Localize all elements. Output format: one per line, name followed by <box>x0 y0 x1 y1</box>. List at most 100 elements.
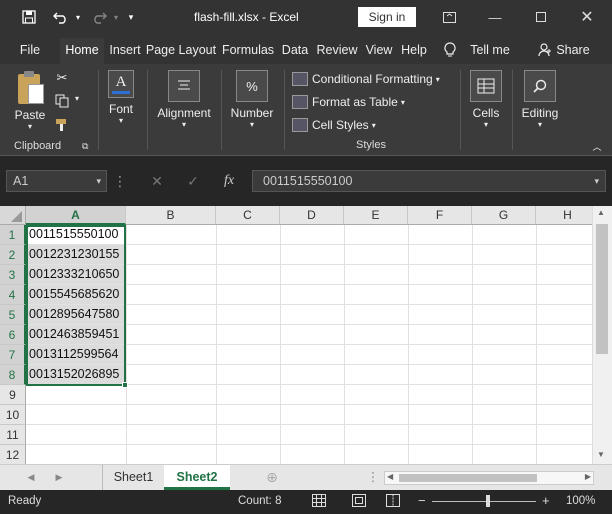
tab-home[interactable]: Home <box>60 38 104 64</box>
tab-split-handle-icon[interactable]: ⋮ <box>366 465 380 490</box>
column-header-c[interactable]: C <box>216 206 280 225</box>
horizontal-scrollbar[interactable]: ◀ ▶ <box>384 471 594 485</box>
sign-in-button[interactable]: Sign in <box>358 7 416 27</box>
paste-button[interactable]: Paste ▾ <box>10 70 50 131</box>
tab-insert[interactable]: Insert <box>106 38 144 64</box>
zoom-in-icon[interactable]: + <box>542 493 550 508</box>
cell-styles-icon <box>292 118 308 132</box>
divider <box>460 70 461 150</box>
save-icon[interactable] <box>18 0 40 34</box>
cut-icon[interactable]: ✂ <box>54 70 70 86</box>
conditional-formatting-icon <box>292 72 308 86</box>
row-header-9[interactable]: 9 <box>0 385 26 405</box>
column-header-e[interactable]: E <box>344 206 408 225</box>
tab-data[interactable]: Data <box>279 38 311 64</box>
column-header-h[interactable]: H <box>536 206 592 225</box>
fill-handle[interactable] <box>122 382 128 388</box>
cell-styles-label: Cell Styles <box>312 118 369 132</box>
scroll-right-icon[interactable]: ▶ <box>585 472 591 481</box>
name-box[interactable]: A1 ▾ <box>6 170 107 192</box>
cell-a3[interactable]: 0012333210650 <box>26 265 126 285</box>
zoom-out-icon[interactable]: − <box>418 493 426 508</box>
share-person-icon[interactable] <box>536 38 554 64</box>
cells-label: Cells <box>472 106 500 120</box>
row-header-10[interactable]: 10 <box>0 405 26 425</box>
zoom-slider-thumb[interactable] <box>486 495 490 507</box>
maximize-icon[interactable] <box>518 0 564 34</box>
row-header-6[interactable]: 6 <box>0 325 26 345</box>
number-button[interactable]: % Number ▾ <box>224 70 280 129</box>
column-header-b[interactable]: B <box>126 206 216 225</box>
format-painter-icon[interactable] <box>54 118 70 135</box>
cell-a4[interactable]: 0015545685620 <box>26 285 126 305</box>
scroll-left-icon[interactable]: ◀ <box>387 472 393 481</box>
row-header-8[interactable]: 8 <box>0 365 26 385</box>
row-header-5[interactable]: 5 <box>0 305 26 325</box>
cell-styles-button[interactable]: Cell Styles ▾ <box>292 115 376 135</box>
copy-dropdown-icon[interactable]: ▾ <box>72 94 82 103</box>
vertical-scroll-thumb[interactable] <box>596 224 608 354</box>
cell-a1[interactable]: 0011515550100 <box>26 225 126 245</box>
worksheet-grid[interactable]: A B C D E F G H 1 2 3 4 5 6 7 8 9 10 11 … <box>0 206 592 464</box>
editing-button[interactable]: Editing ▾ <box>516 70 564 129</box>
column-header-a[interactable]: A <box>26 206 126 225</box>
close-icon[interactable]: ✕ <box>564 0 610 34</box>
insert-function-icon[interactable]: fx <box>214 170 244 192</box>
expand-formula-bar-icon[interactable]: ▾ <box>594 171 599 191</box>
row-header-11[interactable]: 11 <box>0 425 26 445</box>
copy-icon[interactable] <box>54 94 70 111</box>
scroll-up-icon[interactable]: ▲ <box>597 208 605 217</box>
share-button[interactable]: Share <box>556 38 590 64</box>
font-icon: A <box>108 70 134 98</box>
cell-a2[interactable]: 0012231230155 <box>26 245 126 265</box>
tab-review[interactable]: Review <box>313 38 361 64</box>
column-header-d[interactable]: D <box>280 206 344 225</box>
format-as-table-button[interactable]: Format as Table ▾ <box>292 92 405 112</box>
cell-a5[interactable]: 0012895647580 <box>26 305 126 325</box>
ribbon-display-options-icon[interactable] <box>426 0 472 34</box>
font-button[interactable]: A Font ▾ <box>102 70 140 125</box>
row-header-12[interactable]: 12 <box>0 445 26 464</box>
cells-button[interactable]: Cells ▾ <box>464 70 508 129</box>
tab-page-layout[interactable]: Page Layout <box>145 38 217 64</box>
row-header-7[interactable]: 7 <box>0 345 26 365</box>
zoom-slider[interactable] <box>432 501 536 502</box>
row-header-3[interactable]: 3 <box>0 265 26 285</box>
clipboard-launcher-icon[interactable]: ⧉ <box>82 141 88 152</box>
cell-a6[interactable]: 0012463859451 <box>26 325 126 345</box>
tab-formulas[interactable]: Formulas <box>219 38 277 64</box>
tab-help[interactable]: Help <box>397 38 431 64</box>
scroll-down-icon[interactable]: ▼ <box>597 450 605 459</box>
chevron-down-icon[interactable]: ▾ <box>96 171 101 191</box>
sheet-tab-sheet2[interactable]: Sheet2 <box>164 465 230 490</box>
sheet-scroll-right-icon[interactable]: ▶ <box>52 465 66 490</box>
horizontal-scroll-thumb[interactable] <box>399 474 537 482</box>
page-layout-view-icon[interactable] <box>352 494 366 510</box>
tab-file[interactable]: File <box>12 38 48 64</box>
collapse-ribbon-icon[interactable]: ︿ <box>590 140 604 153</box>
minimize-icon[interactable]: — <box>472 0 518 34</box>
column-header-f[interactable]: F <box>408 206 472 225</box>
sheet-tab-sheet1[interactable]: Sheet1 <box>102 465 164 490</box>
cell-a7[interactable]: 0013112599564 <box>26 345 126 365</box>
page-break-preview-icon[interactable] <box>386 494 400 510</box>
zoom-level[interactable]: 100% <box>566 495 595 507</box>
cell-a8[interactable]: 0013152026895 <box>26 365 126 385</box>
tab-view[interactable]: View <box>363 38 395 64</box>
select-all-button[interactable] <box>0 206 26 225</box>
vertical-scrollbar[interactable]: ▲ ▼ <box>592 206 612 464</box>
normal-view-icon[interactable] <box>312 494 326 510</box>
row-header-1[interactable]: 1 <box>0 225 26 245</box>
formula-input[interactable]: 0011515550100 ▾ <box>252 170 606 192</box>
sheet-scroll-left-icon[interactable]: ◀ <box>24 465 38 490</box>
row-header-2[interactable]: 2 <box>0 245 26 265</box>
row-header-4[interactable]: 4 <box>0 285 26 305</box>
undo-dropdown-icon[interactable]: ▾ <box>72 0 84 34</box>
column-header-g[interactable]: G <box>472 206 536 225</box>
customize-qat-icon[interactable]: ▾ <box>124 0 138 34</box>
alignment-button[interactable]: Alignment ▾ <box>152 70 216 129</box>
undo-icon[interactable] <box>50 0 72 34</box>
new-sheet-icon[interactable]: ⊕ <box>262 465 282 490</box>
tell-me-search[interactable]: Tell me <box>466 38 514 64</box>
conditional-formatting-button[interactable]: Conditional Formatting ▾ <box>292 69 440 89</box>
